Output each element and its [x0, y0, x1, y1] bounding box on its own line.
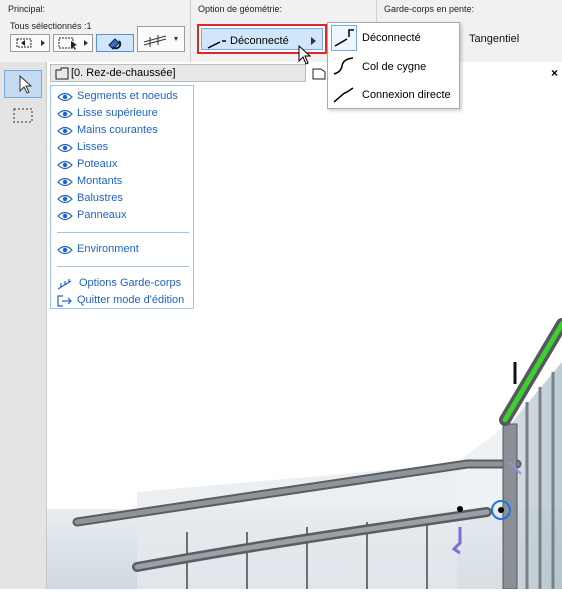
eye-icon	[57, 92, 73, 102]
story-tab-label: [0. Rez-de-chaussée]	[71, 67, 176, 79]
story-tab[interactable]: [0. Rez-de-chaussée]	[50, 64, 306, 82]
magnet-icon	[108, 38, 122, 50]
edit-mode-panel: Segments et noeuds Lisse supérieure Main…	[50, 85, 194, 309]
dropdown-item-gooseneck[interactable]: Col de cygne	[328, 53, 459, 81]
dropdown-item-label: Col de cygne	[362, 61, 427, 73]
eye-icon	[57, 211, 73, 221]
marquee-selection-button[interactable]	[53, 34, 93, 52]
eye-icon	[57, 160, 73, 170]
geometry-dropdown-menu: Déconnecté Col de cygne Connexion direct…	[327, 22, 460, 109]
marquee-arrow-icon	[58, 37, 88, 50]
dotted-selection-icon	[16, 38, 45, 48]
panel-divider	[57, 232, 189, 233]
disconnected-icon	[334, 29, 354, 47]
principal-label: Principal:	[8, 4, 46, 14]
slope-railing-value[interactable]: Tangentiel	[469, 33, 519, 45]
eye-icon	[57, 143, 73, 153]
railing-view-icon	[143, 35, 178, 47]
direct-connection-icon	[333, 87, 354, 103]
eye-icon	[57, 126, 73, 136]
panel-item-label: Panneaux	[77, 209, 127, 221]
panel-item-label: Lisses	[77, 141, 109, 153]
disconnected-icon	[207, 40, 226, 49]
slope-railing-label: Garde-corps en pente:	[384, 4, 475, 14]
eye-icon	[57, 177, 73, 187]
railing-options-icon	[57, 279, 72, 290]
panel-item-label: Montants	[77, 175, 123, 187]
chevron-right-icon	[311, 37, 316, 45]
panel-item-label: Segments et noeuds	[77, 90, 178, 102]
gooseneck-icon	[333, 57, 354, 75]
dropdown-item-label: Connexion directe	[362, 89, 451, 101]
close-icon[interactable]: ×	[551, 66, 558, 80]
dropdown-item-disconnected[interactable]: Déconnecté	[328, 24, 459, 52]
exit-icon	[57, 295, 72, 307]
marquee-tool-button[interactable]	[4, 102, 42, 130]
geometry-label: Option de géométrie:	[198, 4, 283, 14]
view-partial-icon	[312, 68, 326, 80]
eye-icon	[57, 109, 73, 119]
principal-group: Principal: Tous sélectionnés :1	[0, 0, 191, 62]
eye-icon	[57, 194, 73, 204]
previous-selection-button[interactable]	[10, 34, 50, 52]
panel-item-label: Lisse supérieure	[77, 107, 158, 119]
panel-item-label: Balustres	[77, 192, 123, 204]
environment-label: Environment	[77, 243, 139, 255]
floor-plan-icon	[55, 67, 69, 80]
arrow-tool-button[interactable]	[4, 70, 42, 98]
toolbox	[0, 62, 47, 589]
railing-options-label: Options Garde-corps	[79, 277, 182, 289]
selection-count-label: Tous sélectionnés :1	[10, 21, 92, 31]
marquee-icon	[13, 108, 33, 123]
mouse-pointer-icon	[298, 45, 312, 65]
info-box-toolbar: Principal: Tous sélectionnés :1 Option d…	[0, 0, 562, 63]
quit-edit-mode-label: Quitter mode d'édition	[77, 294, 185, 306]
dropdown-item-label: Déconnecté	[362, 32, 421, 44]
magnet-toggle-button[interactable]	[96, 34, 134, 52]
panel-divider	[57, 266, 189, 267]
arrow-cursor-icon	[19, 74, 33, 94]
railing-view-button[interactable]	[137, 26, 185, 52]
eye-icon	[57, 245, 73, 255]
panel-item-label: Mains courantes	[77, 124, 158, 136]
dropdown-item-direct[interactable]: Connexion directe	[328, 81, 459, 109]
geometry-option-value: Déconnecté	[230, 35, 289, 47]
panel-item-label: Poteaux	[77, 158, 118, 170]
